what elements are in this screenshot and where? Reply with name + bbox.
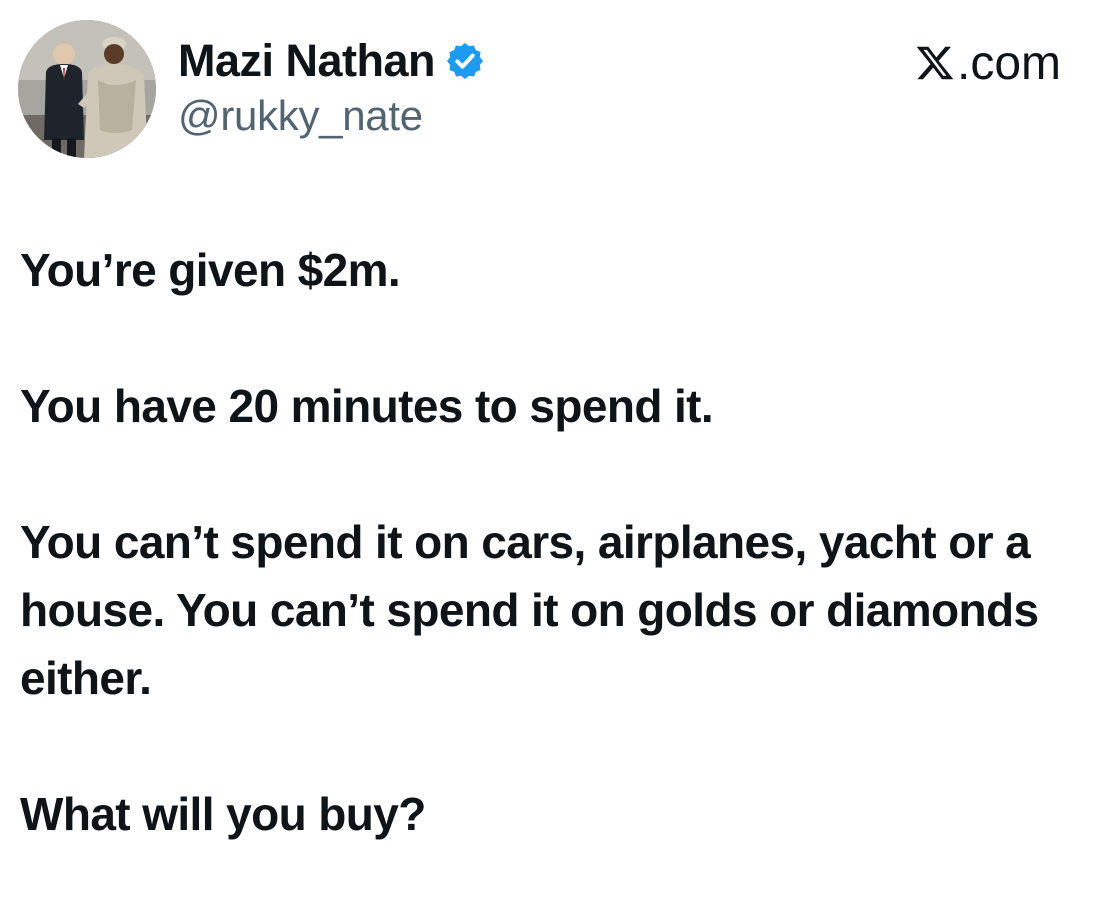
tweet-paragraph: You have 20 minutes to spend it. bbox=[20, 380, 714, 432]
brand-domain-label: .com bbox=[956, 36, 1061, 90]
tweet-paragraph: You can’t spend it on cars, airplanes, y… bbox=[20, 516, 1039, 704]
tweet-paragraph: You’re given $2m. bbox=[20, 244, 401, 296]
tweet-text: You’re given $2m. You have 20 minutes to… bbox=[20, 236, 1085, 848]
tweet-paragraph: What will you buy? bbox=[20, 788, 426, 840]
x-brand: .com bbox=[915, 34, 1061, 92]
author-name-row: Mazi Nathan bbox=[178, 32, 485, 90]
avatar[interactable] bbox=[18, 20, 156, 158]
tweet-card: Mazi Nathan @rukky_nate .com You’re give… bbox=[0, 0, 1095, 907]
author-display-name[interactable]: Mazi Nathan bbox=[178, 35, 436, 87]
author-handle[interactable]: @rukky_nate bbox=[178, 92, 423, 140]
profile-photo bbox=[18, 20, 156, 158]
verified-badge-icon bbox=[445, 41, 485, 81]
x-logo-icon bbox=[915, 43, 955, 83]
